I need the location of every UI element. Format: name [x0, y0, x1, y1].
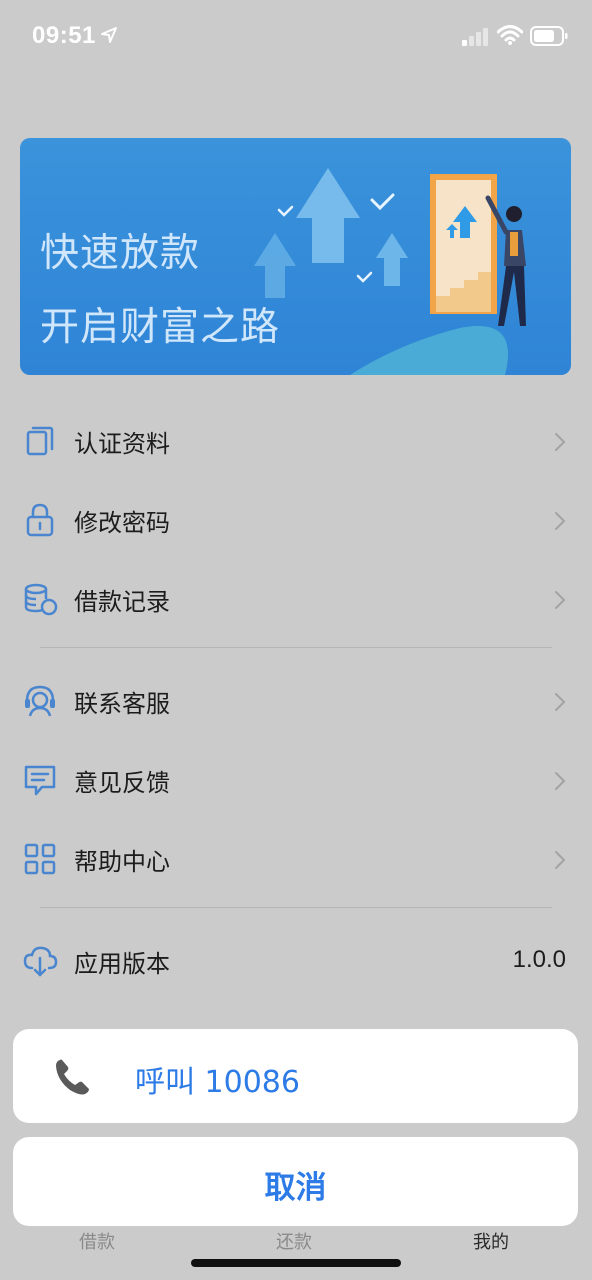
- menu-item-label: 修改密码: [74, 509, 170, 537]
- battery-icon: [530, 26, 568, 46]
- section-divider: [40, 647, 552, 648]
- banner-headline: 快速放款: [40, 231, 201, 276]
- promo-banner[interactable]: 快速放款 开启财富之路: [20, 138, 571, 375]
- cloud-download-icon: [23, 946, 58, 977]
- cancel-button[interactable]: 取消: [13, 1137, 578, 1226]
- menu-item-help-center[interactable]: 帮助中心: [0, 822, 592, 892]
- menu-item-customer-service[interactable]: 联系客服: [0, 664, 592, 734]
- section-divider: [40, 907, 552, 908]
- cancel-label: 取消: [264, 1170, 327, 1206]
- menu-item-label: 借款记录: [74, 588, 170, 616]
- document-copy-icon: [26, 426, 54, 456]
- menu-item-label: 认证资料: [74, 430, 170, 458]
- menu-item-label: 意见反馈: [74, 769, 170, 797]
- chevron-right-icon: [555, 693, 566, 711]
- menu-item-label: 帮助中心: [74, 848, 170, 876]
- chevron-right-icon: [555, 772, 566, 790]
- chevron-right-icon: [555, 433, 566, 451]
- lock-icon: [26, 503, 54, 537]
- wifi-icon: [497, 25, 523, 45]
- menu-item-label: 应用版本: [74, 950, 170, 978]
- tab-borrow[interactable]: 借款: [79, 1228, 115, 1254]
- tab-repay[interactable]: 还款: [276, 1228, 312, 1254]
- menu-item-change-password[interactable]: 修改密码: [0, 483, 592, 553]
- menu-item-label: 联系客服: [74, 690, 170, 718]
- banner-subheadline: 开启财富之路: [40, 305, 281, 350]
- chevron-right-icon: [555, 512, 566, 530]
- menu-item-app-version[interactable]: 应用版本 1.0.0: [0, 924, 592, 994]
- coins-stack-icon: [24, 583, 58, 616]
- call-label: 呼叫 10086: [135, 1065, 300, 1100]
- cellular-signal-icon: [462, 28, 488, 46]
- chevron-right-icon: [555, 851, 566, 869]
- menu-item-feedback[interactable]: 意见反馈: [0, 743, 592, 813]
- phone-icon: [56, 1059, 89, 1095]
- home-indicator: [191, 1259, 401, 1267]
- menu-item-verification[interactable]: 认证资料: [0, 404, 592, 474]
- menu-item-loan-records[interactable]: 借款记录: [0, 562, 592, 632]
- status-time: 09:51: [32, 22, 96, 49]
- status-bar: 09:51: [0, 0, 592, 72]
- grid-icon: [24, 843, 56, 875]
- tab-mine[interactable]: 我的: [473, 1228, 509, 1254]
- location-arrow-icon: [101, 27, 117, 43]
- chevron-right-icon: [555, 591, 566, 609]
- app-version-value: 1.0.0: [512, 946, 566, 973]
- feedback-message-icon: [24, 765, 56, 796]
- customer-service-icon: [25, 685, 55, 717]
- call-action-button[interactable]: 呼叫 10086: [13, 1029, 578, 1123]
